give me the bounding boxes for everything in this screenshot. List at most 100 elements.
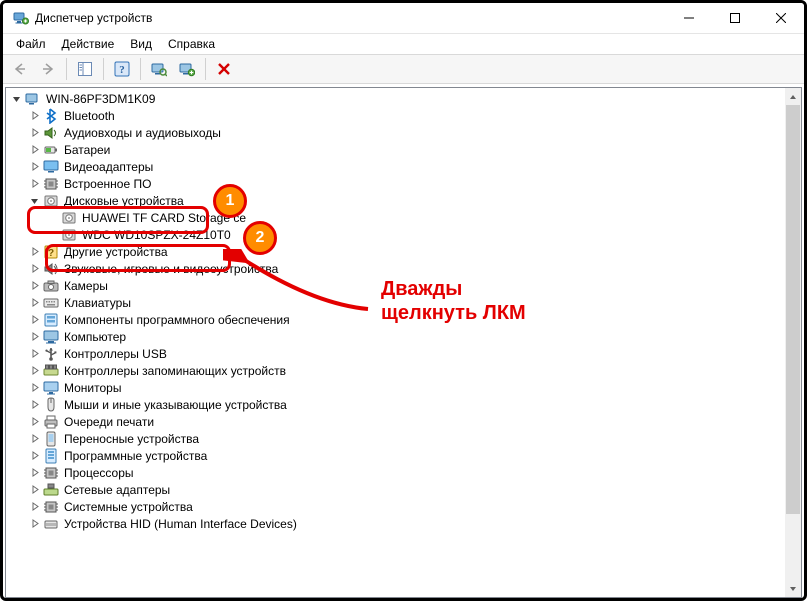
tree-category-mouse[interactable]: Мыши и иные указывающие устройства bbox=[6, 396, 785, 413]
tree-expand-icon[interactable] bbox=[28, 296, 41, 309]
software2-icon bbox=[43, 448, 59, 464]
tree-category-network[interactable]: Сетевые адаптеры bbox=[6, 481, 785, 498]
tree-item-label: Сетевые адаптеры bbox=[64, 483, 170, 497]
tree-device-disk[interactable]: HUAWEI TF CARD Storage ce bbox=[6, 209, 785, 226]
tree-category-portable[interactable]: Переносные устройства bbox=[6, 430, 785, 447]
tree-category-display[interactable]: Видеоадаптеры bbox=[6, 158, 785, 175]
tree-expand-icon[interactable] bbox=[28, 279, 41, 292]
tree-item-label: Компоненты программного обеспечения bbox=[64, 313, 290, 327]
tree-category-printer[interactable]: Очереди печати bbox=[6, 413, 785, 430]
tree-expand-icon[interactable] bbox=[28, 177, 41, 190]
display-icon bbox=[43, 159, 59, 175]
tree-category-storagectrl[interactable]: Контроллеры запоминающих устройств bbox=[6, 362, 785, 379]
tree-collapse-icon[interactable] bbox=[10, 92, 23, 105]
tree-category-software2[interactable]: Программные устройства bbox=[6, 447, 785, 464]
toolbar-forward-button[interactable] bbox=[35, 56, 61, 82]
portable-icon bbox=[43, 431, 59, 447]
tree-expand-icon[interactable] bbox=[28, 500, 41, 513]
tree-expand-icon[interactable] bbox=[28, 517, 41, 530]
camera-icon bbox=[43, 278, 59, 294]
toolbar-help-button[interactable]: ? bbox=[109, 56, 135, 82]
tree-expand-icon[interactable] bbox=[28, 109, 41, 122]
keyboard-icon bbox=[43, 295, 59, 311]
toolbar-uninstall-button[interactable] bbox=[211, 56, 237, 82]
toolbar-back-button[interactable] bbox=[7, 56, 33, 82]
tree-collapse-icon[interactable] bbox=[28, 194, 41, 207]
tree-item-label: Звуковые, игровые и видеоустройства bbox=[64, 262, 278, 276]
tree-item-label: Контроллеры запоминающих устройств bbox=[64, 364, 286, 378]
tree-item-label: Программные устройства bbox=[64, 449, 207, 463]
tree-expand-icon[interactable] bbox=[28, 381, 41, 394]
tree-category-sound[interactable]: Звуковые, игровые и видеоустройства bbox=[6, 260, 785, 277]
tree-device-disk[interactable]: WDC WD10SPZX-24Z10T0 bbox=[6, 226, 785, 243]
tree-expand-icon[interactable] bbox=[28, 483, 41, 496]
tree-expand-icon[interactable] bbox=[28, 245, 41, 258]
scrollbar-thumb[interactable] bbox=[786, 105, 800, 514]
menu-view[interactable]: Вид bbox=[123, 36, 159, 52]
tree-category-disk[interactable]: Дисковые устройства bbox=[6, 192, 785, 209]
tree-category-battery[interactable]: Батареи bbox=[6, 141, 785, 158]
tree-item-label: Процессоры bbox=[64, 466, 134, 480]
printer-icon bbox=[43, 414, 59, 430]
maximize-button[interactable] bbox=[712, 3, 758, 33]
tree-category-chip[interactable]: Встроенное ПО bbox=[6, 175, 785, 192]
tree-root[interactable]: WIN-86PF3DM1K09 bbox=[6, 90, 785, 107]
tree-category-other[interactable]: ?Другие устройства bbox=[6, 243, 785, 260]
tree-item-label: Мыши и иные указывающие устройства bbox=[64, 398, 287, 412]
chip-icon bbox=[43, 465, 59, 481]
device-tree[interactable]: WIN-86PF3DM1K09 BluetoothАудиовходы и ауд… bbox=[5, 87, 786, 598]
tree-category-camera[interactable]: Камеры bbox=[6, 277, 785, 294]
tree-item-label: Компьютер bbox=[64, 330, 126, 344]
vertical-scrollbar[interactable] bbox=[785, 87, 802, 598]
disk-icon bbox=[61, 210, 77, 226]
scrollbar-down-button[interactable] bbox=[785, 580, 801, 597]
toolbar-scan-hardware-button[interactable] bbox=[146, 56, 172, 82]
tree-expand-icon[interactable] bbox=[28, 330, 41, 343]
tree-expand-icon[interactable] bbox=[28, 364, 41, 377]
tree-item-label: Bluetooth bbox=[64, 109, 115, 123]
tree-item-label: Видеоадаптеры bbox=[64, 160, 153, 174]
menu-action[interactable]: Действие bbox=[55, 36, 122, 52]
tree-category-keyboard[interactable]: Клавиатуры bbox=[6, 294, 785, 311]
tree-expand-icon[interactable] bbox=[28, 262, 41, 275]
menu-help[interactable]: Справка bbox=[161, 36, 222, 52]
tree-expand-icon[interactable] bbox=[28, 432, 41, 445]
menu-bar: Файл Действие Вид Справка bbox=[3, 34, 804, 54]
tree-category-bluetooth[interactable]: Bluetooth bbox=[6, 107, 785, 124]
tree-category-computer[interactable]: Компьютер bbox=[6, 328, 785, 345]
tree-category-chip[interactable]: Процессоры bbox=[6, 464, 785, 481]
tree-expand-icon[interactable] bbox=[28, 313, 41, 326]
scrollbar-up-button[interactable] bbox=[785, 88, 801, 105]
tree-category-chip[interactable]: Системные устройства bbox=[6, 498, 785, 515]
tree-category-audio[interactable]: Аудиовходы и аудиовыходы bbox=[6, 124, 785, 141]
tree-item-label: Батареи bbox=[64, 143, 110, 157]
tree-item-label: Клавиатуры bbox=[64, 296, 131, 310]
tree-expand-icon[interactable] bbox=[28, 126, 41, 139]
toolbar: ? bbox=[3, 54, 804, 84]
tree-expand-icon[interactable] bbox=[28, 347, 41, 360]
tree-category-usb[interactable]: Контроллеры USB bbox=[6, 345, 785, 362]
tree-item-label: Другие устройства bbox=[64, 245, 168, 259]
tree-expand-icon[interactable] bbox=[28, 466, 41, 479]
window-title: Диспетчер устройств bbox=[35, 11, 152, 25]
tree-expand-icon[interactable] bbox=[28, 415, 41, 428]
tree-expand-icon[interactable] bbox=[28, 143, 41, 156]
tree-item-label: Системные устройства bbox=[64, 500, 193, 514]
tree-category-hid[interactable]: Устройства HID (Human Interface Devices) bbox=[6, 515, 785, 532]
window-controls bbox=[666, 3, 804, 33]
tree-item-label: Дисковые устройства bbox=[64, 194, 184, 208]
tree-expand-icon[interactable] bbox=[28, 398, 41, 411]
sound-icon bbox=[43, 261, 59, 277]
tree-category-software[interactable]: Компоненты программного обеспечения bbox=[6, 311, 785, 328]
tree-expand-icon[interactable] bbox=[28, 449, 41, 462]
toolbar-add-legacy-button[interactable] bbox=[174, 56, 200, 82]
tree-category-monitor[interactable]: Мониторы bbox=[6, 379, 785, 396]
toolbar-show-hide-tree-button[interactable] bbox=[72, 56, 98, 82]
close-button[interactable] bbox=[758, 3, 804, 33]
tree-expand-icon[interactable] bbox=[28, 160, 41, 173]
minimize-button[interactable] bbox=[666, 3, 712, 33]
scrollbar-track[interactable] bbox=[785, 105, 801, 580]
tree-item-label: WDC WD10SPZX-24Z10T0 bbox=[82, 228, 231, 242]
menu-file[interactable]: Файл bbox=[9, 36, 53, 52]
tree-item-label: HUAWEI TF CARD Storage ce bbox=[82, 211, 246, 225]
